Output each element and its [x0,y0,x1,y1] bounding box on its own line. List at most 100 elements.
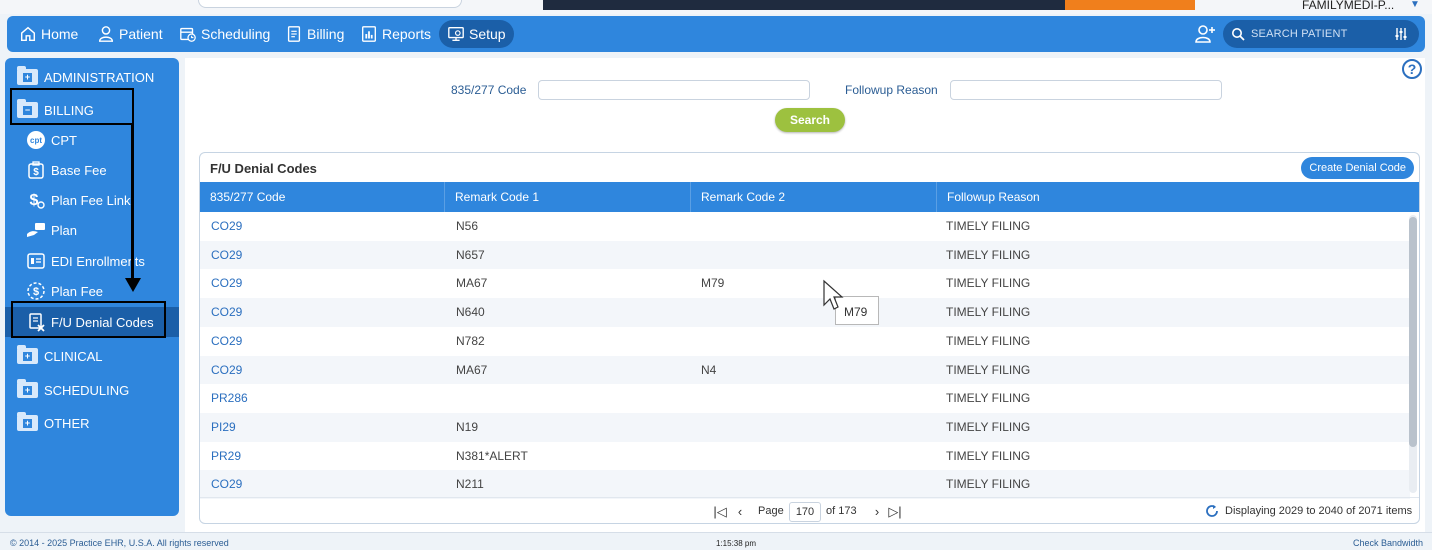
sidebar-item-edi-enrollments[interactable]: EDI Enrollments [25,249,145,273]
table-cell: N782 [456,333,485,348]
table-cell[interactable]: CO29 [211,212,242,240]
column-header-remark2[interactable]: Remark Code 2 [691,182,937,212]
table-cell: TIMELY FILING [946,477,1031,492]
table-cell[interactable]: PR286 [211,384,248,412]
column-header-code[interactable]: 835/277 Code [200,182,445,212]
folder-clinical[interactable]: + CLINICAL [17,345,103,367]
nav-scheduling[interactable]: Scheduling [173,20,276,48]
folder-other[interactable]: + OTHER [17,412,90,434]
reason-filter-input[interactable] [950,80,1222,100]
hand-card-icon [25,219,47,241]
table-cell[interactable]: CO29 [211,327,242,355]
folder-scheduling[interactable]: + SCHEDULING [17,379,129,401]
table-cell: MA67 [456,276,488,291]
table-cell: TIMELY FILING [946,305,1031,320]
table-row[interactable]: PR286 TIMELY FILING [200,384,1410,413]
folder-plus-icon: + [17,379,38,398]
footer: © 2014 - 2025 Practice EHR, U.S.A. All r… [0,532,1432,550]
search-button[interactable]: Search [775,108,845,132]
sidebar-item-plan-fee-link-label: Plan Fee Link [51,192,131,208]
table-row[interactable]: CO29 N657 TIMELY FILING [200,240,1410,270]
table-row[interactable]: PR29 N381*ALERT TIMELY FILING [200,442,1410,471]
table-cell[interactable]: CO29 [211,241,242,269]
calendar-clock-icon [180,27,196,42]
filter-sliders-icon[interactable] [1393,26,1409,42]
nav-billing[interactable]: Billing [279,20,350,48]
help-icon[interactable]: ? [1402,59,1422,79]
check-bandwidth-link[interactable]: Check Bandwidth [1353,538,1423,548]
top-strip: FAMILYMEDI-P... ▼ [0,0,1432,14]
document-icon [287,26,301,42]
column-header-remark1[interactable]: Remark Code 1 [445,182,691,212]
table-cell[interactable]: CO29 [211,470,242,498]
table-cell: M79 [701,276,725,291]
table-cell[interactable]: PI29 [211,413,236,441]
facility-dropdown-icon[interactable]: ▼ [1410,0,1424,10]
table-cell: TIMELY FILING [946,247,1031,262]
table-row[interactable]: PI29 N19 TIMELY FILING [200,412,1410,442]
svg-text:$: $ [30,192,39,209]
table-row[interactable]: CO29 MA67 M79 TIMELY FILING [200,269,1410,298]
grid-scrollbar-thumb[interactable] [1409,217,1417,447]
nav-billing-label: Billing [307,26,345,42]
table-row[interactable]: CO29 N56 TIMELY FILING [200,212,1410,241]
sidebar-item-plan-fee[interactable]: $ Plan Fee [25,279,103,303]
clock: 1:15:38 pm [716,539,757,548]
table-cell: TIMELY FILING [946,276,1031,291]
display-range: Displaying 2029 to 2040 of 2071 items [1225,505,1413,517]
monitor-gear-icon [448,27,464,41]
table-row[interactable]: CO29 N211 TIMELY FILING [200,470,1410,499]
table-cell[interactable]: PR29 [211,442,241,470]
add-user-icon[interactable] [1193,22,1217,46]
table-row[interactable]: CO29 MA67 N4 TIMELY FILING [200,355,1410,385]
nav-patient-label: Patient [119,26,163,42]
grid-scrollbar[interactable] [1409,215,1417,493]
table-cell[interactable]: CO29 [211,269,242,297]
nav-reports-label: Reports [382,26,432,42]
dollar-link-icon: $ [25,189,47,211]
nav-patient[interactable]: Patient [91,20,169,48]
table-row[interactable]: CO29 N782 TIMELY FILING [200,327,1410,356]
folder-other-label: OTHER [44,415,90,431]
folder-administration-label: ADMINISTRATION [44,69,155,85]
table-cell: N657 [456,247,485,262]
prev-page-icon[interactable]: ‹ [733,504,747,520]
table-cell: TIMELY FILING [946,419,1031,434]
next-page-icon[interactable]: › [870,504,884,520]
nav-home[interactable]: Home [13,20,84,48]
page-number-input[interactable]: 170 [789,502,821,522]
code-filter-input[interactable] [538,80,810,100]
table-row[interactable]: CO29 N640 TIMELY FILING [200,298,1410,327]
sidebar-item-plan[interactable]: Plan [25,218,77,242]
grid-pager: |◁ ‹ Page 170 of 173 › ▷| Displaying 202… [200,497,1419,523]
folder-plus-icon: + [17,345,38,364]
sidebar-item-cpt-label: CPT [51,132,77,148]
folder-plus-icon: + [17,66,38,85]
sidebar-item-cpt[interactable]: cpt CPT [25,128,77,152]
create-denial-code-button[interactable]: Create Denial Code [1301,157,1414,179]
home-icon [20,26,36,42]
first-page-icon[interactable]: |◁ [713,504,727,520]
sidebar-item-plan-label: Plan [51,222,78,238]
folder-plus-icon: + [17,412,38,431]
last-page-icon[interactable]: ▷| [888,504,902,520]
denial-codes-grid: F/U Denial Codes Create Denial Code 835/… [199,152,1420,524]
nav-reports[interactable]: Reports [354,20,437,48]
column-header-reason[interactable]: Followup Reason [937,182,1419,212]
table-cell[interactable]: CO29 [211,298,242,326]
sidebar-item-plan-fee-link[interactable]: $ Plan Fee Link [25,188,131,212]
refresh-icon[interactable] [1204,503,1220,519]
folder-administration[interactable]: + ADMINISTRATION [17,66,154,88]
copyright: © 2014 - 2025 Practice EHR, U.S.A. All r… [10,538,229,548]
grid-title: F/U Denial Codes [210,161,317,176]
table-cell: TIMELY FILING [946,448,1031,463]
setup-sidebar: + ADMINISTRATION − BILLING cpt CPT $ Bas… [5,58,179,516]
sidebar-item-base-fee-label: Base Fee [51,162,107,178]
facility-name[interactable]: FAMILYMEDI-P... [1302,0,1394,12]
patient-search-input[interactable]: SEARCH PATIENT [1223,20,1419,48]
table-cell[interactable]: CO29 [211,356,242,384]
dollar-circle-icon: $ [25,280,47,302]
patient-search-placeholder: SEARCH PATIENT [1251,28,1348,40]
sidebar-item-base-fee[interactable]: $ Base Fee [25,158,107,182]
nav-setup[interactable]: Setup [439,20,514,48]
